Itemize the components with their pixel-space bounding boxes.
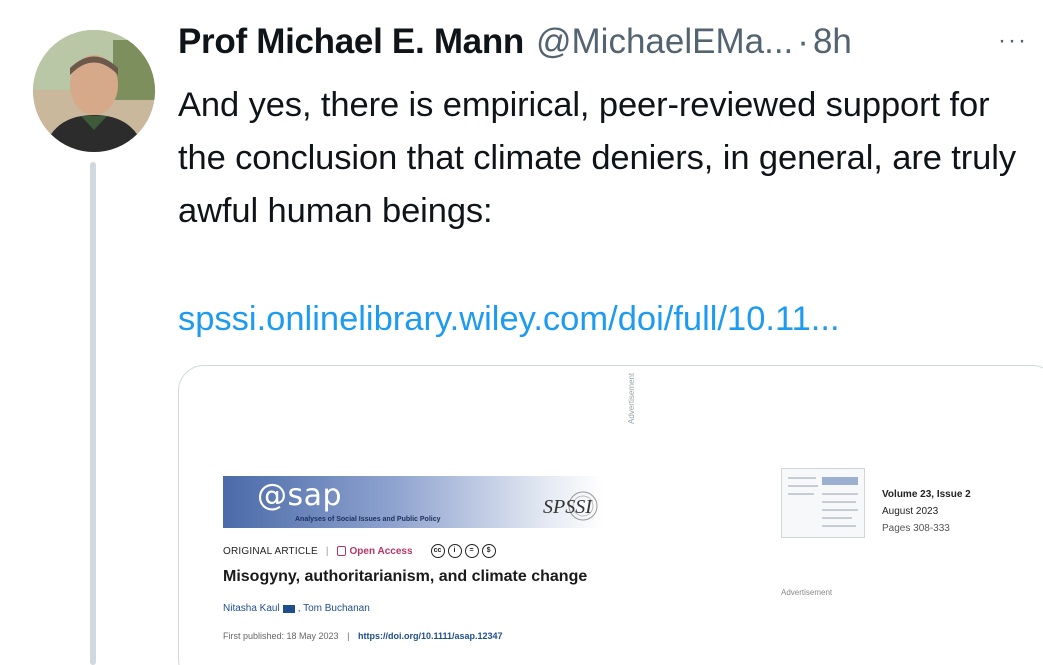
issue-date: August 2023 [882, 506, 939, 517]
first-published: First published: 18 May 2023 [223, 631, 339, 641]
tweet-timestamp[interactable]: 8h [813, 22, 852, 62]
advertisement-label-vertical: Advertisement [627, 372, 636, 424]
attribution-icon: i [447, 544, 462, 558]
mail-icon [282, 604, 295, 613]
issue-pages: Pages 308-333 [882, 523, 950, 534]
article-authors: Nitasha Kaul , Tom Buchanan [223, 603, 370, 614]
advertisement-label: Advertisement [781, 588, 833, 597]
dot-separator: · [797, 22, 809, 61]
article-author: , Tom Buchanan [297, 603, 370, 614]
author-handle[interactable]: @MichaelEMa... [536, 22, 793, 62]
author-name[interactable]: Prof Michael E. Mann [178, 22, 524, 62]
society-logo-text: SPSSI [543, 496, 592, 518]
open-access-label: Open Access [349, 545, 413, 557]
no-derivatives-icon: = [464, 544, 479, 558]
author-avatar[interactable] [33, 30, 155, 152]
link-preview-card[interactable]: Advertisement @sap Analyses of Social Is… [178, 365, 1043, 665]
article-meta: ORIGINAL ARTICLE | Open Access cc i = $ [223, 544, 496, 558]
cc-icon: cc [430, 544, 445, 558]
journal-logo: @sap [257, 478, 343, 513]
published-separator: | [347, 631, 350, 641]
publication-info: First published: 18 May 2023 | https://d… [223, 631, 503, 641]
issue-volume: Volume 23, Issue 2 [882, 489, 971, 500]
tweet-header: Prof Michael E. Mann @MichaelEMa... · 8h [178, 22, 1043, 70]
doi-link: https://doi.org/10.1111/asap.12347 [357, 631, 503, 641]
article-title: Misogyny, authoritarianism, and climate … [223, 568, 588, 585]
tweet-link[interactable]: spssi.onlinelibrary.wiley.com/doi/full/1… [178, 293, 1018, 346]
journal-cover-thumbnail [781, 468, 865, 538]
non-commercial-icon: $ [481, 544, 496, 558]
journal-subtitle: Analyses of Social Issues and Public Pol… [295, 516, 441, 523]
thread-line [90, 162, 96, 665]
lock-icon [336, 546, 346, 556]
meta-separator: | [325, 545, 329, 557]
issue-info: Volume 23, Issue 2 August 2023 Pages 308… [882, 486, 971, 537]
open-access-badge: Open Access [336, 545, 413, 557]
avatar-photo [33, 30, 155, 152]
tweet-text: And yes, there is empirical, peer-review… [178, 86, 1016, 230]
license-icons: cc i = $ [430, 544, 496, 558]
article-author: Nitasha Kaul [223, 603, 280, 614]
more-options-button[interactable]: ··· [998, 26, 1042, 56]
article-type: ORIGINAL ARTICLE [223, 545, 318, 557]
